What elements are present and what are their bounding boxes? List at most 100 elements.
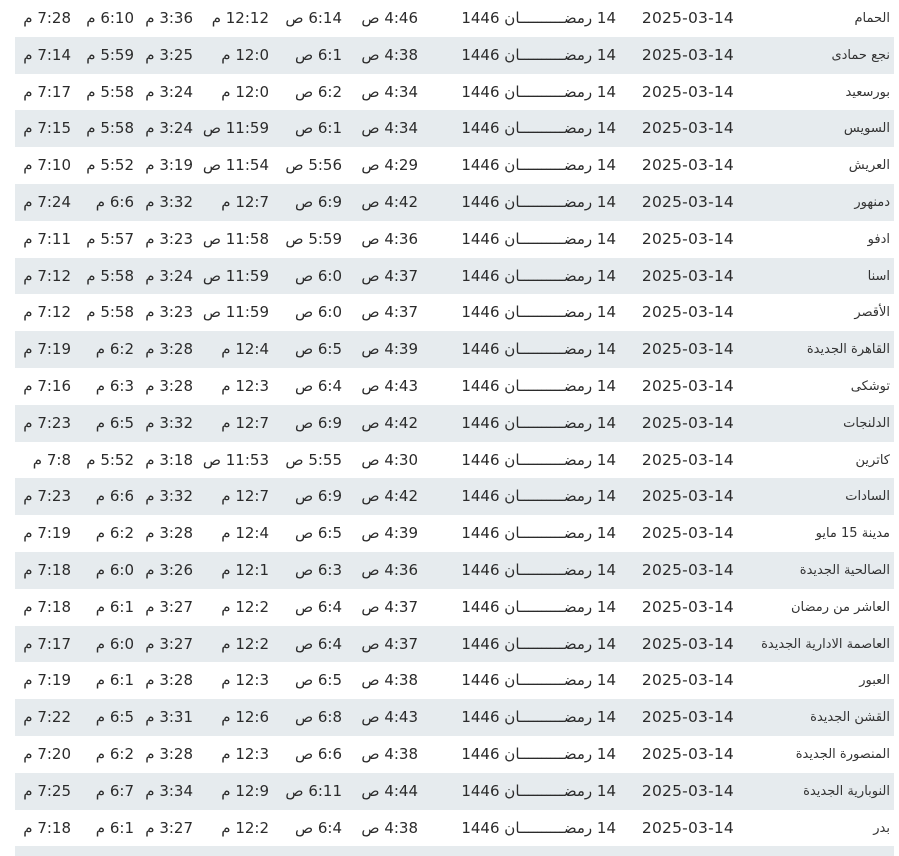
shuruq-cell: 6:0 ص xyxy=(294,266,342,285)
asr-cell: 3:24 م xyxy=(145,119,193,138)
hijri-year: 1446 xyxy=(461,818,500,837)
dhuhr-cell: 12:2 م xyxy=(221,597,269,616)
hijri-month: رمضــــــــــان xyxy=(504,266,593,285)
hijri-date-cell: 14 رمضــــــــــان 1446 xyxy=(461,0,616,37)
hijri-year: 1446 xyxy=(461,781,500,800)
hijri-date-cell: 14 رمضــــــــــان 1446 xyxy=(461,773,616,810)
hijri-month: رمضــــــــــان xyxy=(504,340,593,359)
isha-cell: 7:12 م xyxy=(23,303,71,322)
shuruq-cell: 6:1 ص xyxy=(294,45,342,64)
maghrib-cell: 6:1 م xyxy=(95,818,134,837)
hijri-month: رمضــــــــــان xyxy=(504,45,593,64)
city-cell: توشكى xyxy=(850,378,890,394)
dhuhr-cell: 12:2 م xyxy=(221,634,269,653)
shuruq-cell: 6:4 ص xyxy=(294,597,342,616)
hijri-day: 14 xyxy=(596,45,616,64)
fajr-cell: 4:37 ص xyxy=(361,634,418,653)
table-row: الحمام 2025-03-14 4:46 ص 6:14 ص 12:12 م 3:36 … xyxy=(15,0,894,37)
asr-cell: 3:28 م xyxy=(145,340,193,359)
shuruq-cell: 6:1 ص xyxy=(294,119,342,138)
hijri-day: 14 xyxy=(596,303,616,322)
isha-cell: 7:12 م xyxy=(23,266,71,285)
hijri-month: رمضــــــــــان xyxy=(504,487,593,506)
hijri-year: 1446 xyxy=(461,524,500,543)
asr-cell: 3:36 م xyxy=(145,9,193,27)
city-cell: العبور xyxy=(859,673,890,689)
dhuhr-cell: 11:54 ص xyxy=(202,156,269,175)
shuruq-cell: 5:59 ص xyxy=(285,229,342,248)
hijri-date-cell: 14 رمضــــــــــان 1446 xyxy=(461,515,616,552)
hijri-day: 14 xyxy=(596,340,616,359)
date-cell: 2025-03-14 xyxy=(641,340,734,359)
hijri-day: 14 xyxy=(596,192,616,211)
hijri-date-cell: 14 رمضــــــــــان 1446 xyxy=(461,258,616,295)
dhuhr-cell: 12:12 م xyxy=(211,9,269,27)
hijri-date-cell: 14 رمضــــــــــان 1446 xyxy=(461,110,616,147)
asr-cell: 3:27 م xyxy=(145,818,193,837)
hijri-year: 1446 xyxy=(461,634,500,653)
city-cell: دمنهور xyxy=(854,194,890,210)
asr-cell: 3:23 م xyxy=(145,229,193,248)
table-row: الدلنجات 2025-03-14 4:42 ص 6:9 ص 12:7 م 3:32 … xyxy=(15,404,894,442)
maghrib-cell: 6:2 م xyxy=(95,524,134,543)
isha-cell: 7:19 م xyxy=(23,524,71,543)
hijri-month: رمضــــــــــان xyxy=(504,781,593,800)
fajr-cell: 4:42 ص xyxy=(361,192,418,211)
table-row: القشن الجديدة 2025-03-14 4:43 ص 6:8 ص 12:6 م… xyxy=(15,699,894,736)
city-cell: القشن الجديدة xyxy=(810,710,890,726)
shuruq-cell: 6:6 ص xyxy=(294,744,342,763)
maghrib-cell: 6:6 م xyxy=(95,192,134,211)
dhuhr-cell: 12:7 م xyxy=(221,192,269,211)
dhuhr-cell: 11:59 ص xyxy=(202,266,269,285)
asr-cell: 3:31 م xyxy=(145,708,193,727)
city-cell: بورسعيد xyxy=(845,84,890,100)
hijri-day: 14 xyxy=(596,560,616,579)
fajr-cell: 4:44 ص xyxy=(361,781,418,800)
maghrib-cell: 6:3 م xyxy=(95,376,134,395)
hijri-day: 14 xyxy=(596,597,616,616)
date-cell: 2025-03-14 xyxy=(641,9,734,27)
dhuhr-cell: 12:0 م xyxy=(221,82,269,101)
city-cell: العاصمة الادارية الجديدة xyxy=(761,636,890,652)
hijri-date-cell: 14 رمضــــــــــان 1446 xyxy=(461,662,616,699)
hijri-month: رمضــــــــــان xyxy=(504,524,593,543)
date-cell: 2025-03-14 xyxy=(641,376,734,395)
city-cell: الصالحية الجديدة xyxy=(799,562,890,578)
hijri-day: 14 xyxy=(596,376,616,395)
maghrib-cell: 5:58 م xyxy=(86,266,134,285)
asr-cell: 3:27 م xyxy=(145,634,193,653)
hijri-year: 1446 xyxy=(461,671,500,690)
table-row: العريش 2025-03-14 4:29 ص 5:56 ص 11:54 ص 3:19 … xyxy=(15,147,894,184)
fajr-cell: 4:34 ص xyxy=(361,119,418,138)
table-row: توشكى 2025-03-14 4:43 ص 6:4 ص 12:3 م 3:28 م 6:… xyxy=(15,368,894,405)
dhuhr-cell: 11:53 ص xyxy=(202,450,269,469)
table-row: ادفو 2025-03-14 4:36 ص 5:59 ص 11:58 ص 3:23 م 5… xyxy=(15,221,894,258)
shuruq-cell: 6:9 ص xyxy=(294,487,342,506)
date-cell: 2025-03-14 xyxy=(641,634,734,653)
dhuhr-cell: 12:4 م xyxy=(221,340,269,359)
dhuhr-cell: 12:1 م xyxy=(221,560,269,579)
maghrib-cell: 5:58 م xyxy=(86,303,134,322)
hijri-year: 1446 xyxy=(461,192,500,211)
table-row: الصالحية الجديدة 2025-03-14 4:36 ص 6:3 ص 12:… xyxy=(15,551,894,589)
date-cell: 2025-03-14 xyxy=(641,192,734,211)
asr-cell: 3:32 م xyxy=(145,192,193,211)
table-row: مدينة 15 مايو 2025-03-14 4:39 ص 6:5 ص 12:4 م… xyxy=(15,515,894,552)
asr-cell: 3:28 م xyxy=(145,671,193,690)
isha-cell: 7:17 م xyxy=(23,82,71,101)
maghrib-cell: 6:5 م xyxy=(95,413,134,432)
hijri-year: 1446 xyxy=(461,450,500,469)
dhuhr-cell: 11:59 ص xyxy=(202,119,269,138)
fajr-cell: 4:29 ص xyxy=(361,156,418,175)
isha-cell: 7:14 م xyxy=(23,45,71,64)
shuruq-cell: 6:14 ص xyxy=(285,9,342,27)
dhuhr-cell: 12:9 م xyxy=(221,781,269,800)
asr-cell: 3:18 م xyxy=(145,450,193,469)
hijri-month: رمضــــــــــان xyxy=(504,192,593,211)
isha-cell: 7:23 م xyxy=(23,413,71,432)
hijri-date-cell: 14 رمضــــــــــان 1446 xyxy=(461,184,616,221)
city-cell: النوبارية الجديدة xyxy=(803,783,890,799)
table-row: بورسعيد 2025-03-14 4:34 ص 6:2 ص 12:0 م 3:24 م… xyxy=(15,74,894,111)
asr-cell: 3:26 م xyxy=(145,560,193,579)
isha-cell: 7:18 م xyxy=(23,597,71,616)
